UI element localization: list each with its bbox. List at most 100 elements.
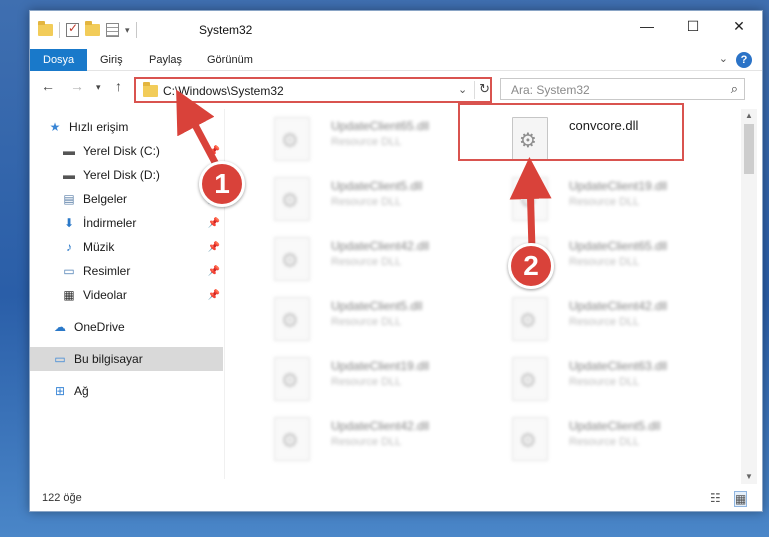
sidebar-item-disk-c[interactable]: ▬ Yerel Disk (C:) 📌 (30, 139, 223, 163)
list-item[interactable]: UpdateClient63.dll Resource DLL (494, 357, 714, 413)
close-icon[interactable]: ✕ (716, 11, 762, 41)
search-placeholder: Ara: System32 (511, 83, 590, 97)
list-item[interactable]: UpdateClient19.dll Resource DLL (256, 357, 476, 413)
music-icon: ♪ (66, 240, 72, 254)
step-two-badge: 2 (508, 243, 554, 289)
pin-icon[interactable]: 📌 (208, 266, 220, 277)
toolbar-divider (135, 22, 137, 38)
sidebar-item-label: Hızlı erişim (69, 120, 129, 134)
tab-gorunum[interactable]: Görünüm (207, 49, 253, 71)
large-icons-view-icon[interactable]: ▦ (734, 491, 748, 507)
list-item[interactable]: UpdateClient5.dll Resource DLL (256, 297, 476, 353)
file-list: UpdateClient65.dll Resource DLL UpdateCl… (226, 109, 740, 484)
dll-file-icon (274, 237, 310, 281)
tab-giris[interactable]: Giriş (100, 49, 123, 71)
sidebar-item-documents[interactable]: ▤ Belgeler 📌 (30, 187, 223, 211)
maximize-icon[interactable]: ☐ (670, 11, 716, 41)
new-folder-icon[interactable] (85, 21, 100, 36)
file-name: UpdateClient5.dll (331, 179, 423, 193)
sidebar-item-videos[interactable]: ▦ Videolar 📌 (30, 283, 223, 307)
navigation-pane: ★ Hızlı erişim ▬ Yerel Disk (C:) 📌 ▬ Yer… (30, 113, 223, 473)
window-controls: — ☐ ✕ (624, 11, 762, 41)
file-name: UpdateClient19.dll (331, 359, 430, 373)
back-arrow-icon[interactable]: ← (41, 78, 55, 94)
search-icon[interactable]: ⌕ (731, 81, 738, 97)
vertical-scrollbar[interactable]: ▲ ▼ (741, 109, 757, 484)
list-item[interactable]: UpdateClient42.dll Resource DLL (256, 237, 476, 293)
list-item[interactable]: UpdateClient65.dll Resource DLL (256, 117, 476, 173)
tab-dosya[interactable]: Dosya (30, 49, 88, 71)
address-path: C:\Windows\System32 (163, 84, 284, 98)
search-input[interactable]: Ara: System32 ⌕ (500, 78, 745, 100)
address-bar[interactable]: C:\Windows\System32 ⌄ ↻ (134, 77, 492, 103)
file-type: Resource DLL (569, 196, 640, 208)
scroll-thumb[interactable] (744, 124, 754, 174)
file-type: Resource DLL (569, 436, 640, 448)
drive-icon: ▬ (63, 144, 75, 158)
pin-icon[interactable]: 📌 (208, 146, 220, 157)
list-item[interactable]: UpdateClient5.dll Resource DLL (494, 417, 714, 473)
file-type: Resource DLL (331, 256, 402, 268)
expand-ribbon-icon[interactable]: ⌄ (719, 52, 728, 65)
sidebar-item-label: Müzik (83, 240, 115, 254)
sidebar-item-label: İndirmeler (83, 216, 137, 230)
status-bar: 122 öğe ☷ ▦ (30, 488, 762, 512)
window-title: System32 (199, 23, 253, 37)
help-icon[interactable]: ? (736, 52, 752, 68)
download-icon: ⬇ (63, 216, 75, 230)
dll-file-icon (274, 177, 310, 221)
up-arrow-icon[interactable]: ↑ (115, 78, 122, 94)
sidebar-item-network[interactable]: ⊞ Ağ (30, 379, 223, 403)
step-one-badge: 1 (199, 161, 245, 207)
star-icon: ★ (49, 120, 61, 134)
sidebar-item-quick-access[interactable]: ★ Hızlı erişim (30, 115, 223, 139)
quick-access-toolbar: ▾ (38, 21, 137, 38)
chevron-down-icon[interactable]: ⌄ (458, 83, 467, 96)
sidebar-item-label: Bu bilgisayar (74, 352, 143, 366)
properties-check-icon[interactable] (66, 21, 79, 37)
sidebar-item-label: OneDrive (74, 320, 125, 334)
file-type: Resource DLL (331, 316, 402, 328)
sidebar-item-this-pc[interactable]: ▭ Bu bilgisayar (30, 347, 223, 371)
recent-locations-icon[interactable]: ▾ (96, 82, 101, 93)
folder-icon (38, 21, 53, 36)
scroll-down-icon[interactable]: ▼ (745, 472, 753, 481)
pin-icon[interactable]: 📌 (208, 290, 220, 301)
file-type: Resource DLL (331, 436, 402, 448)
scroll-up-icon[interactable]: ▲ (745, 111, 753, 120)
file-type: Resource DLL (569, 316, 640, 328)
pin-icon[interactable]: 📌 (208, 242, 220, 253)
sidebar-item-onedrive[interactable]: ☁ OneDrive (30, 315, 223, 339)
explorer-window: ▾ System32 — ☐ ✕ Dosya Giriş Paylaş Görü… (29, 10, 763, 512)
list-item[interactable]: UpdateClient42.dll Resource DLL (494, 297, 714, 353)
refresh-icon[interactable]: ↻ (474, 81, 490, 99)
sidebar-item-label: Resimler (83, 264, 131, 278)
sidebar-item-downloads[interactable]: ⬇ İndirmeler 📌 (30, 211, 223, 235)
file-name: UpdateClient65.dll (569, 239, 668, 253)
pin-icon[interactable]: 📌 (208, 218, 220, 229)
dll-file-icon (274, 297, 310, 341)
video-icon: ▦ (63, 288, 75, 302)
file-type: Resource DLL (569, 376, 640, 388)
dll-file-icon (512, 417, 548, 461)
list-item[interactable]: UpdateClient19.dll Resource DLL (494, 177, 714, 233)
dll-file-icon (274, 117, 310, 161)
forward-arrow-icon[interactable]: → (70, 78, 84, 94)
sidebar-item-pictures[interactable]: ▭ Resimler 📌 (30, 259, 223, 283)
list-item[interactable]: UpdateClient42.dll Resource DLL (256, 417, 476, 473)
dll-file-icon (274, 417, 310, 461)
minimize-icon[interactable]: — (624, 11, 670, 41)
pictures-icon: ▭ (63, 264, 75, 278)
toolbar-divider (59, 22, 60, 38)
tab-paylas[interactable]: Paylaş (149, 49, 182, 71)
ribbon-tabs: Dosya Giriş Paylaş Görünüm ⌄ ? (30, 49, 762, 71)
file-name: UpdateClient63.dll (569, 359, 668, 373)
sidebar-item-disk-d[interactable]: ▬ Yerel Disk (D:) 📌 (30, 163, 223, 187)
sidebar-item-label: Belgeler (83, 192, 128, 206)
customize-toolbar-icon[interactable]: ▾ (125, 25, 130, 36)
list-item[interactable]: UpdateClient5.dll Resource DLL (256, 177, 476, 233)
sidebar-item-label: Yerel Disk (D:) (83, 168, 160, 182)
sidebar-item-music[interactable]: ♪ Müzik 📌 (30, 235, 223, 259)
details-view-icon[interactable]: ☷ (710, 491, 721, 505)
properties-icon[interactable] (106, 23, 119, 37)
